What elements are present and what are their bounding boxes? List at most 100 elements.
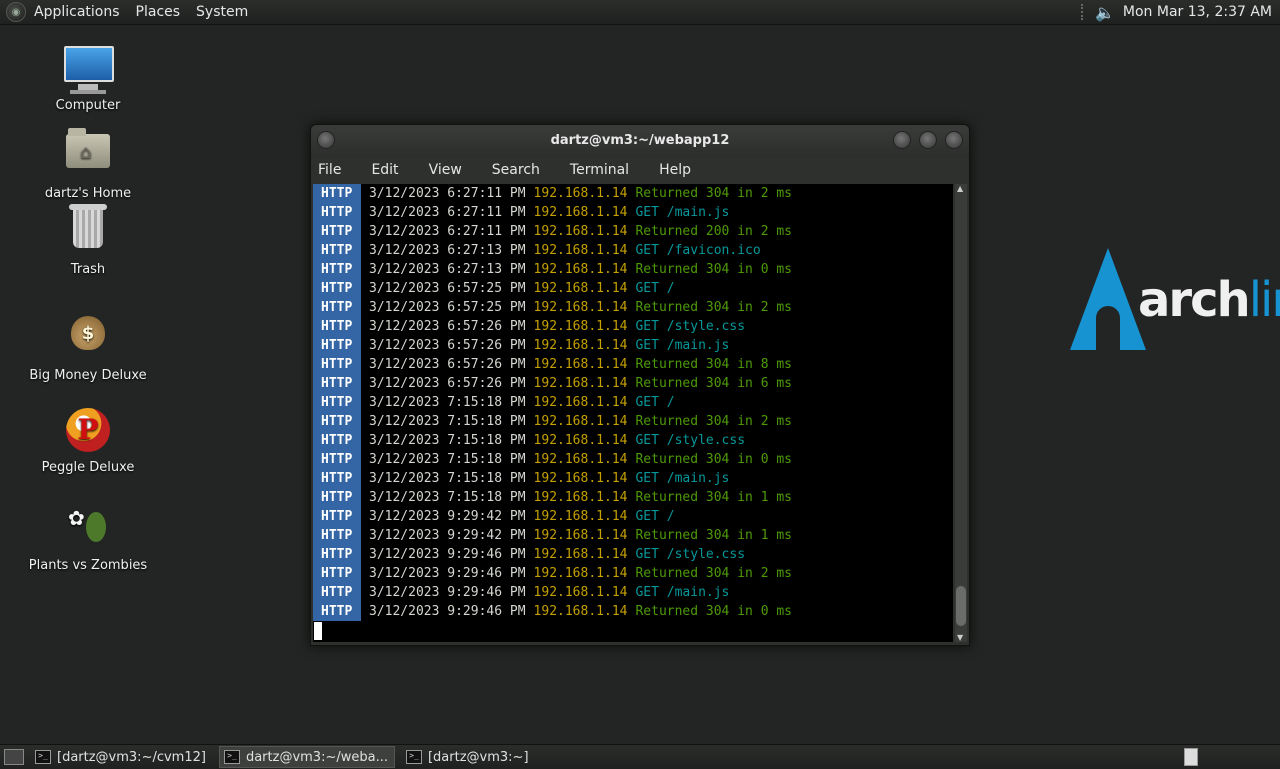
log-timestamp: 3/12/2023 9:29:46 PM bbox=[369, 604, 526, 619]
show-desktop-icon[interactable] bbox=[4, 749, 24, 765]
speaker-icon[interactable]: 🔈 bbox=[1095, 3, 1115, 22]
log-ip: 192.168.1.14 bbox=[533, 471, 628, 486]
log-message: Returned 304 in 2 ms bbox=[635, 566, 793, 581]
terminal-scrollbar[interactable]: ▲ ▼ bbox=[955, 184, 967, 642]
log-timestamp: 3/12/2023 6:27:13 PM bbox=[369, 243, 526, 258]
log-tag: HTTP bbox=[313, 260, 361, 279]
log-timestamp: 3/12/2023 7:15:18 PM bbox=[369, 433, 526, 448]
terminal-menubar: File Edit View Search Terminal Help bbox=[311, 157, 969, 183]
desktop-icon-pvz[interactable]: ✿ Plants vs Zombies bbox=[28, 506, 148, 573]
system-tray: 🔈 Mon Mar 13, 2:37 AM bbox=[1080, 0, 1272, 24]
log-tag: HTTP bbox=[313, 526, 361, 545]
log-tag: HTTP bbox=[313, 412, 361, 431]
menu-help[interactable]: Help bbox=[656, 162, 694, 178]
log-timestamp: 3/12/2023 6:57:26 PM bbox=[369, 338, 526, 353]
log-message: GET /favicon.ico bbox=[635, 243, 761, 258]
desktop-icon-label: Trash bbox=[70, 262, 106, 277]
log-ip: 192.168.1.14 bbox=[533, 357, 628, 372]
window-title: dartz@vm3:~/webapp12 bbox=[550, 133, 730, 148]
log-tag: HTTP bbox=[313, 336, 361, 355]
desktop-icon-peggle[interactable]: P Peggle Deluxe bbox=[28, 406, 148, 475]
log-line: HTTP 3/12/2023 7:15:18 PM 192.168.1.14 GET … bbox=[313, 393, 953, 412]
log-timestamp: 3/12/2023 6:57:25 PM bbox=[369, 300, 526, 315]
menu-edit[interactable]: Edit bbox=[368, 162, 401, 178]
desktop-icon-big-money[interactable]: $ Big Money Deluxe bbox=[28, 306, 148, 383]
menu-applications[interactable]: Applications bbox=[26, 4, 128, 20]
desktop-icon-label: Plants vs Zombies bbox=[28, 558, 148, 573]
log-tag: HTTP bbox=[313, 222, 361, 241]
log-ip: 192.168.1.14 bbox=[533, 224, 628, 239]
scroll-up-icon[interactable]: ▲ bbox=[957, 184, 963, 193]
log-timestamp: 3/12/2023 6:27:11 PM bbox=[369, 224, 526, 239]
menu-terminal[interactable]: Terminal bbox=[567, 162, 632, 178]
log-tag: HTTP bbox=[313, 507, 361, 526]
log-ip: 192.168.1.14 bbox=[533, 547, 628, 562]
log-ip: 192.168.1.14 bbox=[533, 509, 628, 524]
menu-file[interactable]: File bbox=[315, 162, 344, 178]
log-timestamp: 3/12/2023 7:15:18 PM bbox=[369, 452, 526, 467]
menu-places[interactable]: Places bbox=[128, 4, 189, 20]
desktop-icon-home[interactable]: ⌂ dartz's Home bbox=[28, 126, 148, 201]
log-timestamp: 3/12/2023 6:57:26 PM bbox=[369, 319, 526, 334]
log-line: HTTP 3/12/2023 6:27:13 PM 192.168.1.14 Retu… bbox=[313, 260, 953, 279]
desktop-icon-label: Computer bbox=[55, 98, 121, 113]
workspace-switcher[interactable] bbox=[1184, 748, 1198, 766]
menu-search[interactable]: Search bbox=[489, 162, 543, 178]
scroll-down-icon[interactable]: ▼ bbox=[957, 633, 963, 642]
taskbar-item-active[interactable]: >_ dartz@vm3:~/weba... bbox=[218, 746, 395, 768]
log-timestamp: 3/12/2023 6:57:26 PM bbox=[369, 357, 526, 372]
taskbar-item-label: [dartz@vm3:~/cvm12] bbox=[57, 749, 206, 765]
log-timestamp: 3/12/2023 6:57:26 PM bbox=[369, 376, 526, 391]
log-timestamp: 3/12/2023 9:29:42 PM bbox=[369, 509, 526, 524]
log-tag: HTTP bbox=[313, 241, 361, 260]
maximize-button[interactable] bbox=[919, 131, 937, 149]
terminal-output[interactable]: HTTP 3/12/2023 6:27:11 PM 192.168.1.14 Retu… bbox=[313, 184, 953, 642]
gnome-foot-icon[interactable]: ◉ bbox=[6, 2, 26, 22]
log-timestamp: 3/12/2023 9:29:46 PM bbox=[369, 566, 526, 581]
log-line: HTTP 3/12/2023 6:57:26 PM 192.168.1.14 GET … bbox=[313, 336, 953, 355]
top-panel: ◉ Applications Places System 🔈 Mon Mar 1… bbox=[0, 0, 1280, 25]
log-timestamp: 3/12/2023 7:15:18 PM bbox=[369, 471, 526, 486]
log-message: GET /style.css bbox=[635, 433, 746, 448]
desktop-icon-trash[interactable]: Trash bbox=[28, 204, 148, 277]
log-message: GET /style.css bbox=[635, 319, 746, 334]
log-tag: HTTP bbox=[313, 450, 361, 469]
taskbar-item[interactable]: >_ [dartz@vm3:~] bbox=[401, 746, 536, 768]
log-line: HTTP 3/12/2023 9:29:46 PM 192.168.1.14 GET … bbox=[313, 583, 953, 602]
log-line: HTTP 3/12/2023 9:29:46 PM 192.168.1.14 Retu… bbox=[313, 564, 953, 583]
log-ip: 192.168.1.14 bbox=[533, 452, 628, 467]
computer-icon bbox=[64, 46, 114, 94]
clock[interactable]: Mon Mar 13, 2:37 AM bbox=[1123, 4, 1272, 20]
menu-system[interactable]: System bbox=[188, 4, 256, 20]
terminal-icon: >_ bbox=[405, 750, 422, 764]
log-ip: 192.168.1.14 bbox=[533, 376, 628, 391]
menu-view[interactable]: View bbox=[426, 162, 465, 178]
log-tag: HTTP bbox=[313, 488, 361, 507]
log-ip: 192.168.1.14 bbox=[533, 414, 628, 429]
log-message: GET / bbox=[635, 509, 675, 524]
minimize-button[interactable] bbox=[893, 131, 911, 149]
terminal-window[interactable]: dartz@vm3:~/webapp12 File Edit View Sear… bbox=[310, 124, 970, 646]
log-ip: 192.168.1.14 bbox=[533, 395, 628, 410]
taskbar-item-label: dartz@vm3:~/weba... bbox=[245, 749, 388, 765]
log-timestamp: 3/12/2023 7:15:18 PM bbox=[369, 395, 526, 410]
log-message: Returned 304 in 2 ms bbox=[635, 414, 793, 429]
scrollbar-thumb[interactable] bbox=[956, 586, 966, 626]
window-titlebar[interactable]: dartz@vm3:~/webapp12 bbox=[311, 125, 969, 157]
log-line: HTTP 3/12/2023 6:57:26 PM 192.168.1.14 GET … bbox=[313, 317, 953, 336]
log-line: HTTP 3/12/2023 9:29:42 PM 192.168.1.14 Retu… bbox=[313, 526, 953, 545]
close-button[interactable] bbox=[945, 131, 963, 149]
taskbar-item[interactable]: >_ [dartz@vm3:~/cvm12] bbox=[30, 746, 213, 768]
log-line: HTTP 3/12/2023 7:15:18 PM 192.168.1.14 GET … bbox=[313, 469, 953, 488]
log-ip: 192.168.1.14 bbox=[533, 281, 628, 296]
log-ip: 192.168.1.14 bbox=[533, 262, 628, 277]
log-line: HTTP 3/12/2023 6:57:26 PM 192.168.1.14 Retu… bbox=[313, 355, 953, 374]
bottom-panel: >_ [dartz@vm3:~/cvm12] >_ dartz@vm3:~/we… bbox=[0, 744, 1280, 769]
log-ip: 192.168.1.14 bbox=[533, 205, 628, 220]
peggle-icon: P bbox=[64, 408, 112, 456]
log-tag: HTTP bbox=[313, 431, 361, 450]
log-message: Returned 304 in 8 ms bbox=[635, 357, 793, 372]
desktop-icon-computer[interactable]: Computer bbox=[28, 46, 148, 113]
log-tag: HTTP bbox=[313, 279, 361, 298]
log-message: Returned 304 in 0 ms bbox=[635, 262, 793, 277]
